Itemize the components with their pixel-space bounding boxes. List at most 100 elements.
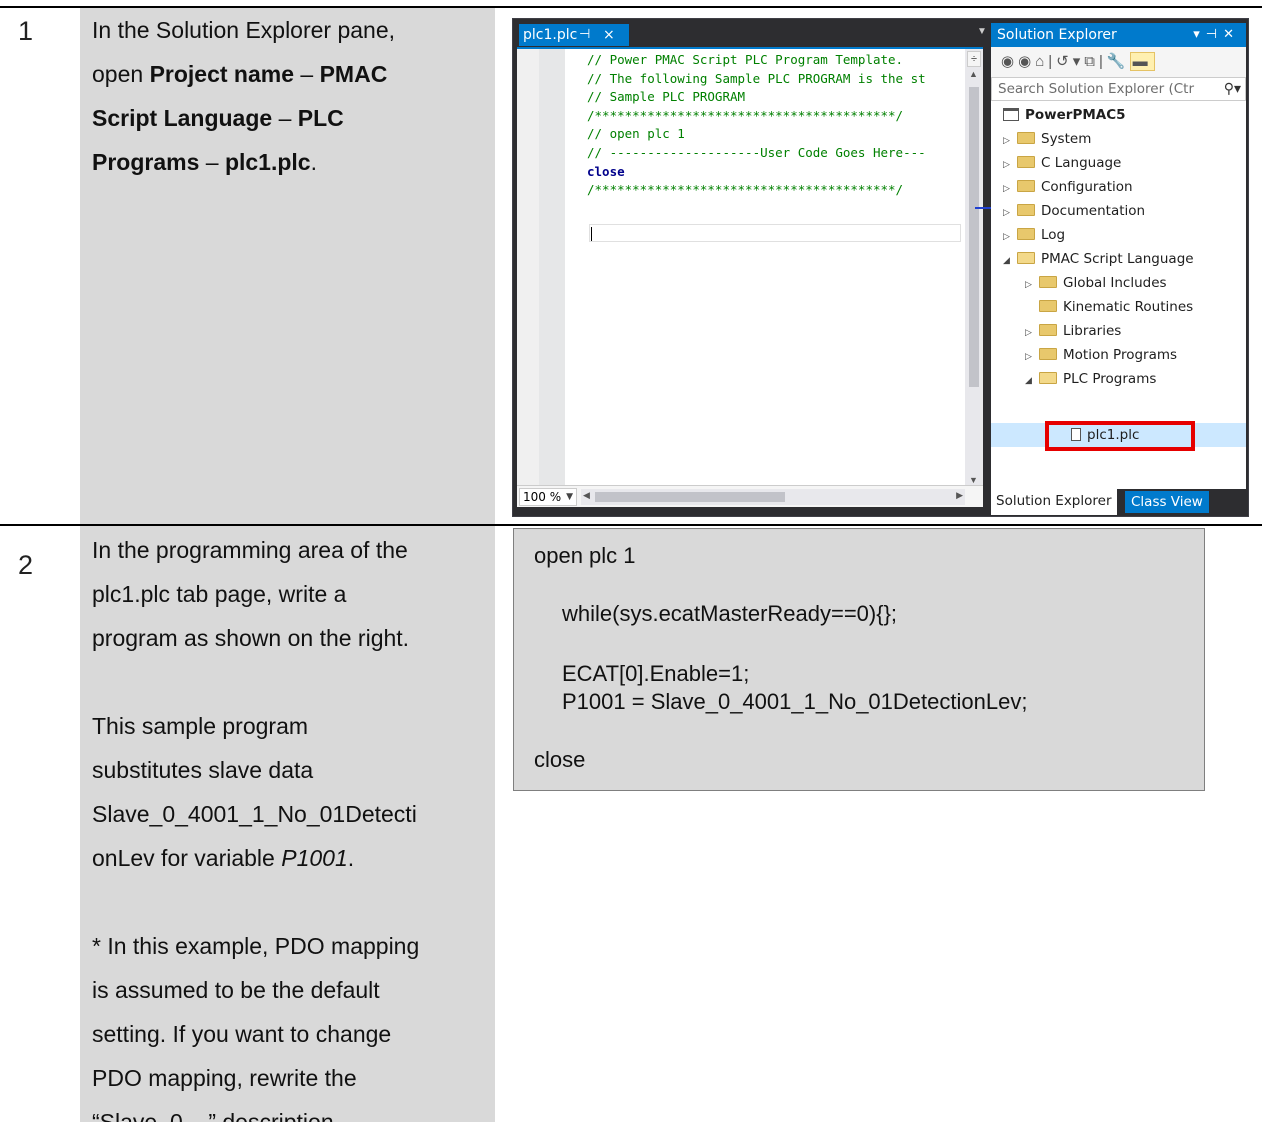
tree-item-documentation[interactable]: ▷ Documentation bbox=[1003, 199, 1145, 223]
expand-icon: ▷ bbox=[1025, 352, 1032, 362]
step1-line: Script Language – PLC bbox=[92, 105, 344, 131]
ide-screenshot: plc1.plc ⊣ × ▼ // Power PMAC Script PLC … bbox=[512, 18, 1249, 517]
step1-line: open Project name – PMAC bbox=[92, 61, 388, 87]
split-icon[interactable]: ÷ bbox=[967, 51, 981, 67]
tree-item-plc-programs[interactable]: ◢ PLC Programs bbox=[1025, 367, 1156, 391]
step2-line: In the programming area of the bbox=[92, 537, 408, 563]
folder-icon bbox=[1017, 204, 1035, 216]
tab-label: plc1.plc bbox=[523, 27, 578, 43]
scroll-thumb[interactable] bbox=[595, 492, 785, 502]
tree-item-system[interactable]: ▷ System bbox=[1003, 127, 1091, 151]
program-line: while(sys.ecatMasterReady==0){}; bbox=[562, 601, 898, 626]
folder-icon bbox=[1017, 132, 1035, 144]
step2-note-line: * In this example, PDO mapping bbox=[92, 933, 420, 959]
pane-controls[interactable]: ▾⊣✕ bbox=[1193, 23, 1240, 47]
step2-note-line: “Slave_0....” description. bbox=[92, 1109, 341, 1122]
editor-status-bar: 100 % ▼ ◀ ▶ bbox=[517, 485, 983, 507]
folder-icon bbox=[1039, 324, 1057, 336]
tab-class-view[interactable]: Class View bbox=[1125, 491, 1209, 513]
expand-icon: ▷ bbox=[1003, 160, 1010, 170]
close-icon[interactable]: × bbox=[603, 24, 615, 46]
step2-note-line: is assumed to be the default bbox=[92, 977, 380, 1003]
program-code-box: open plc 1 while(sys.ecatMasterReady==0)… bbox=[513, 528, 1205, 791]
expand-icon: ▷ bbox=[1003, 136, 1010, 146]
tree-solution[interactable]: PowerPMAC5 bbox=[1003, 103, 1126, 127]
folder-icon bbox=[1017, 228, 1035, 240]
folder-icon bbox=[1039, 276, 1057, 288]
forward-icon[interactable]: ◉ bbox=[1018, 53, 1035, 70]
tree-item-log[interactable]: ▷ Log bbox=[1003, 223, 1065, 247]
folder-icon bbox=[1017, 180, 1035, 192]
step1-line: In the Solution Explorer pane, bbox=[92, 17, 396, 43]
program-line: ECAT[0].Enable=1; bbox=[562, 661, 750, 686]
step1-instruction: In the Solution Explorer pane, open Proj… bbox=[92, 8, 492, 184]
expand-icon: ▷ bbox=[1025, 280, 1032, 290]
step2-line: substitutes slave data bbox=[92, 757, 314, 783]
history-icon[interactable]: ↺▾ bbox=[1056, 53, 1084, 70]
expand-icon: ▷ bbox=[1003, 208, 1010, 218]
tree-item-kinematic-routines[interactable]: Kinematic Routines bbox=[1025, 295, 1193, 319]
scroll-up-icon[interactable]: ▲ bbox=[969, 69, 978, 79]
collapse-icon: ◢ bbox=[1025, 376, 1032, 386]
step2-number: 2 bbox=[18, 550, 34, 580]
tab-plc1[interactable]: plc1.plc ⊣ × bbox=[519, 24, 629, 46]
collapse-icon[interactable]: ⧉ bbox=[1084, 53, 1099, 70]
step2-line: plc1.plc tab page, write a bbox=[92, 581, 347, 607]
program-line: P1001 = Slave_0_4001_1_No_01DetectionLev… bbox=[562, 689, 1028, 714]
step2-line: onLev for variable P1001. bbox=[92, 845, 355, 871]
horizontal-scrollbar[interactable]: ◀ ▶ bbox=[581, 489, 965, 505]
step2-note-line: setting. If you want to change bbox=[92, 1021, 392, 1047]
properties-icon[interactable]: 🔧 bbox=[1107, 53, 1130, 70]
search-icon[interactable]: ⚲▾ bbox=[1224, 78, 1241, 100]
solution-explorer-toolbar: ◉◉⌂|↺▾⧉|🔧 ▬ bbox=[991, 47, 1246, 77]
folder-icon bbox=[1039, 348, 1057, 360]
tree-item-global-includes[interactable]: ▷ Global Includes bbox=[1025, 271, 1167, 295]
solution-explorer-pane: Solution Explorer ▾⊣✕ ◉◉⌂|↺▾⧉|🔧 ▬ Search … bbox=[991, 23, 1246, 515]
code-line: close bbox=[587, 163, 625, 179]
scroll-thumb[interactable] bbox=[969, 87, 979, 387]
scroll-right-icon[interactable]: ▶ bbox=[956, 490, 963, 501]
tree-item-libraries[interactable]: ▷ Libraries bbox=[1025, 319, 1121, 343]
chevron-down-icon: ▼ bbox=[566, 492, 573, 502]
editor-margin bbox=[517, 49, 539, 485]
program-line: open plc 1 bbox=[534, 543, 636, 568]
tab-solution-explorer[interactable]: Solution Explorer bbox=[991, 489, 1117, 515]
tree-item-configuration[interactable]: ▷ Configuration bbox=[1003, 175, 1133, 199]
code-line: /***************************************… bbox=[587, 107, 904, 123]
editor-tabstrip: plc1.plc ⊣ × ▼ bbox=[517, 23, 989, 47]
current-line-highlight bbox=[589, 224, 961, 242]
program-line: close bbox=[534, 747, 586, 772]
step1-number: 1 bbox=[18, 16, 34, 46]
step1-line: Programs – plc1.plc. bbox=[92, 149, 317, 175]
step2-line: program as shown on the right. bbox=[92, 625, 410, 651]
home-icon[interactable]: ⌂ bbox=[1035, 53, 1048, 70]
expand-icon: ▷ bbox=[1003, 232, 1010, 242]
scroll-left-icon[interactable]: ◀ bbox=[583, 490, 590, 501]
code-line: // The following Sample PLC PROGRAM is t… bbox=[587, 70, 926, 86]
scroll-down-icon[interactable]: ▼ bbox=[969, 475, 978, 485]
preview-icon[interactable]: ▬ bbox=[1129, 52, 1155, 71]
text-caret bbox=[591, 227, 592, 241]
code-line: // --------------------User Code Goes He… bbox=[587, 144, 926, 160]
tree-item-c-language[interactable]: ▷ C Language bbox=[1003, 151, 1121, 175]
step2-line: Slave_0_4001_1_No_01Detecti bbox=[92, 801, 417, 827]
step2-instruction: In the programming area of the plc1.plc … bbox=[92, 528, 492, 1122]
editor-selection-margin bbox=[539, 49, 565, 485]
zoom-select[interactable]: 100 % ▼ bbox=[519, 488, 577, 506]
step2-note-line: PDO mapping, rewrite the bbox=[92, 1065, 357, 1091]
code-text: // Power PMAC Script PLC Program Templat… bbox=[587, 51, 926, 200]
back-icon[interactable]: ◉ bbox=[1001, 53, 1018, 70]
expand-icon: ▷ bbox=[1003, 184, 1010, 194]
search-input[interactable]: Search Solution Explorer (Ctr ⚲▾ bbox=[991, 77, 1246, 101]
tree-item-pmac-script-language[interactable]: ◢ PMAC Script Language bbox=[1003, 247, 1194, 271]
code-line: // Power PMAC Script PLC Program Templat… bbox=[587, 52, 904, 67]
tree-item-motion-programs[interactable]: ▷ Motion Programs bbox=[1025, 343, 1177, 367]
folder-open-icon bbox=[1017, 252, 1035, 264]
code-line: // Sample PLC PROGRAM bbox=[587, 89, 746, 105]
chevron-down-icon[interactable]: ▼ bbox=[977, 26, 987, 37]
pin-icon[interactable]: ⊣ bbox=[579, 24, 590, 46]
solution-tree: PowerPMAC5 ▷ System ▷ C Language ▷ Configur… bbox=[991, 101, 1246, 489]
vertical-scrollbar[interactable]: ÷ ▲ ▼ bbox=[965, 49, 983, 487]
folder-open-icon bbox=[1039, 372, 1057, 384]
code-editor[interactable]: // Power PMAC Script PLC Program Templat… bbox=[517, 47, 983, 487]
